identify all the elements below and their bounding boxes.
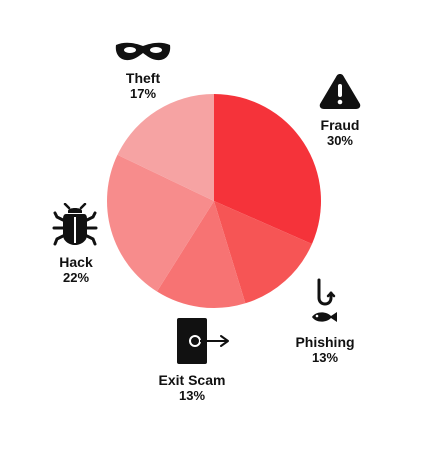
bug-icon: [52, 203, 98, 246]
slice-label-hack: Hack 22%: [59, 254, 92, 286]
slice-percent: 13%: [311, 350, 339, 365]
mask-icon: [115, 42, 171, 61]
slice-name: Exit Scam: [158, 372, 226, 388]
slice-name: Phishing: [295, 334, 355, 350]
exit-door-icon: [177, 318, 229, 364]
slice-label-theft: Theft 17%: [126, 70, 160, 102]
slice-name: Fraud: [320, 117, 360, 133]
slice-name: Theft: [125, 70, 161, 86]
slice-label-exit-scam: Exit Scam 13%: [159, 372, 226, 404]
warning-triangle-icon: [319, 74, 361, 109]
slice-percent: 13%: [178, 388, 206, 403]
slice-percent: 30%: [326, 133, 354, 148]
fishing-hook-icon: [312, 278, 337, 322]
slice-percent: 17%: [129, 86, 157, 101]
pie-slices: [107, 93, 322, 309]
slice-percent: 22%: [62, 270, 90, 285]
pie-chart: Theft 17% Fraud 30% Hack 22% Phishing 13…: [0, 0, 429, 453]
slice-label-phishing: Phishing 13%: [295, 334, 354, 366]
slice-name: Hack: [59, 254, 93, 270]
slice-label-fraud: Fraud 30%: [321, 117, 360, 149]
